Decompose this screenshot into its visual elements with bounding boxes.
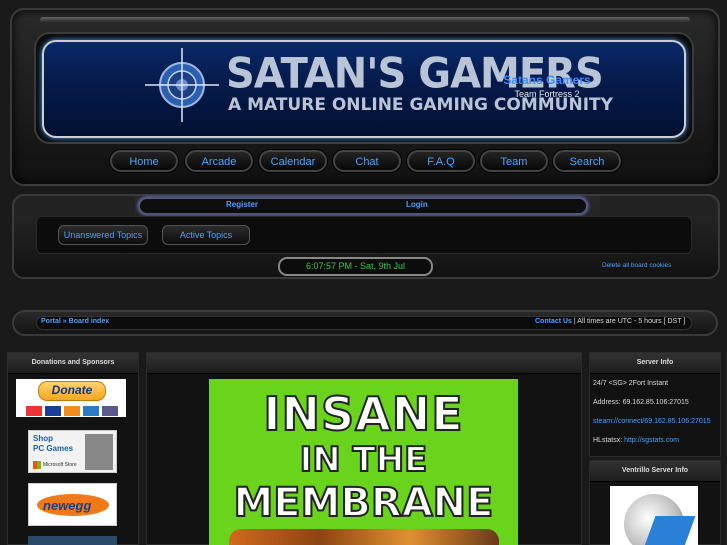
unanswered-topics-button[interactable]: Unanswered Topics — [58, 225, 148, 245]
frame-tab-right — [600, 196, 716, 216]
breadcrumb-board-index-link[interactable]: Board index — [69, 318, 109, 325]
poster-line1: INSANE — [262, 387, 464, 441]
payment-cards-icon — [26, 403, 118, 421]
steam-connect-link[interactable]: steam://connect/69.162.85.106:27015 — [593, 418, 711, 425]
main-heading — [147, 353, 581, 374]
poster-line2: IN THE — [299, 440, 429, 480]
nav-search-button[interactable]: Search — [553, 150, 621, 172]
sponsors-heading: Donations and Sponsors — [8, 353, 138, 374]
nav-team-button[interactable]: Team — [480, 150, 548, 172]
frame-tab-left — [15, 196, 135, 216]
hlstats-row: HLstatsx: http://sgstats.com — [593, 437, 679, 444]
insane-in-the-membrane-poster[interactable]: INSANE IN THE MEMBRANE — [209, 379, 518, 545]
microsoft-logo-icon — [33, 461, 41, 469]
poster-characters-image — [229, 529, 499, 545]
register-link[interactable]: Register — [226, 200, 258, 209]
address-label: Address: — [593, 399, 623, 406]
breadcrumb-trail: Portal » Board index — [41, 318, 109, 325]
contact-us-link[interactable]: Contact Us — [535, 318, 572, 325]
site-name: Satans Gamers — [503, 73, 591, 87]
server-address: Address: 69.162.85.106:27015 — [593, 399, 689, 406]
nav-faq-button[interactable]: F.A.Q — [407, 150, 475, 172]
main-nav: Home Arcade Calendar Chat F.A.Q Team Sea… — [110, 150, 630, 174]
donate-label: Donate — [38, 381, 106, 401]
donate-button[interactable]: Donate — [16, 379, 126, 417]
pcgames-line2: PC Games — [33, 444, 74, 453]
game-box-image — [85, 434, 113, 470]
sponsor-banner[interactable] — [28, 536, 117, 545]
microsoft-store-label: Microsoft Store — [43, 462, 77, 468]
nav-home-button[interactable]: Home — [110, 150, 178, 172]
clock: 6:07:57 PM - Sat, 9th Jul — [278, 257, 433, 276]
active-topics-button[interactable]: Active Topics — [162, 225, 250, 245]
auth-bar — [138, 197, 588, 215]
nav-calendar-button[interactable]: Calendar — [259, 150, 327, 172]
server-info-heading: Server Info — [590, 353, 720, 374]
pcgames-line1: Shop — [33, 434, 53, 443]
ventrilo-headset-image[interactable] — [610, 486, 698, 545]
newegg-sponsor-link[interactable]: newegg — [28, 483, 117, 526]
address-value: 69.162.85.106:27015 — [622, 399, 689, 406]
ventrilo-heading: Ventrillo Server Info — [590, 461, 720, 482]
breadcrumb-portal-link[interactable]: Portal — [41, 318, 61, 325]
hlstats-link[interactable]: http://sgstats.com — [624, 437, 679, 444]
site-game: Team Fortress 2 — [514, 89, 580, 99]
breadcrumb-separator: » — [62, 318, 67, 325]
header-top-bar — [40, 17, 690, 23]
server-name: 24/7 <SG> 2Fort Instant — [593, 380, 669, 387]
newegg-label: newegg — [43, 498, 92, 513]
poster-line3: MEMBRANE — [233, 480, 495, 526]
breadcrumb-right: Contact Us | All times are UTC - 5 hours… — [535, 318, 685, 325]
timezone-text: | All times are UTC - 5 hours [ DST ] — [571, 318, 686, 325]
pc-games-sponsor-link[interactable]: Shop PC Games Microsoft Store — [28, 430, 117, 473]
delete-cookies-link[interactable]: Delete all board cookies — [602, 262, 671, 269]
nav-chat-button[interactable]: Chat — [333, 150, 401, 172]
hlstats-label: HLstatsx: — [593, 437, 625, 444]
crosshair-logo-icon — [145, 48, 219, 122]
login-link[interactable]: Login — [406, 200, 428, 209]
steam-link[interactable]: steam://connect/69.162.85.106:27015 — [593, 418, 711, 425]
nav-arcade-button[interactable]: Arcade — [185, 150, 253, 172]
